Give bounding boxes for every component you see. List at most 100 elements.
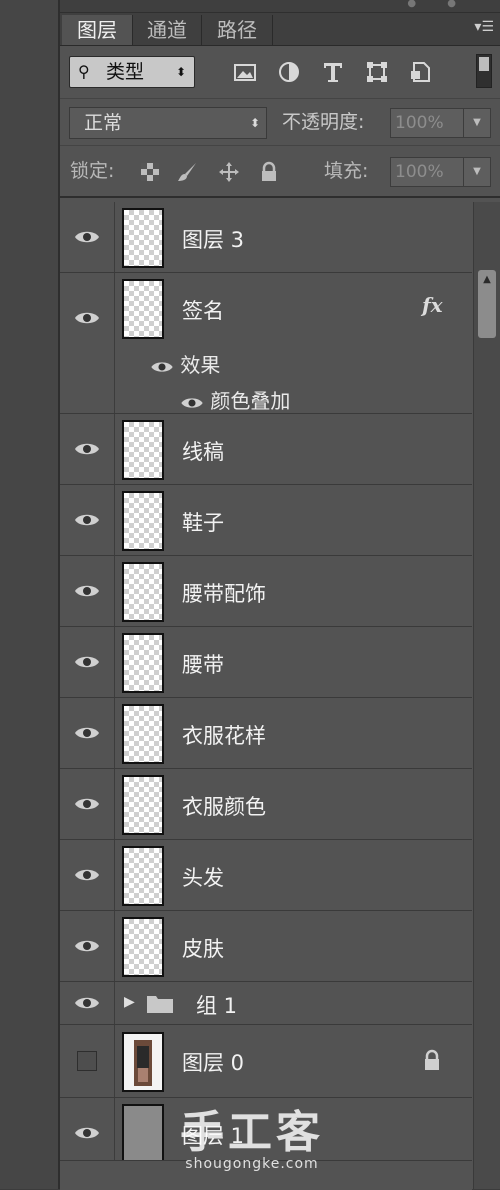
group-row[interactable]: ▶ 组 1 — [60, 982, 472, 1025]
layer-thumbnail — [122, 633, 164, 693]
shape-filter-icon[interactable] — [364, 59, 390, 85]
layer-row[interactable]: 衣服花样 — [60, 698, 472, 769]
watermark: 手工客 shougongke.com — [180, 1107, 324, 1173]
layer-name: 图层 0 — [182, 1051, 245, 1075]
layer-row[interactable]: 衣服颜色 — [60, 769, 472, 840]
layer-name: 线稿 — [182, 440, 224, 464]
effect-row[interactable]: 颜色叠加 — [180, 385, 290, 414]
expand-arrow-icon[interactable]: ▶ — [124, 994, 135, 1010]
fx-badge[interactable]: fx — [422, 293, 443, 317]
layer-thumbnail — [122, 846, 164, 906]
opacity-input[interactable]: 100% — [390, 108, 464, 138]
eye-icon — [75, 940, 99, 952]
layers-list: 图层 3 签名 fx 效果 颜色叠加 线稿 鞋子 腰带配饰 腰带 衣服花样 衣服… — [60, 202, 472, 1169]
visibility-toggle[interactable] — [60, 202, 115, 272]
folder-icon — [146, 992, 174, 1018]
lock-all-icon[interactable] — [258, 161, 280, 183]
layer-thumbnail — [122, 1104, 164, 1164]
watermark-logo-text: 手工客 — [180, 1107, 324, 1158]
layer-row[interactable]: 腰带 — [60, 627, 472, 698]
panel-menu-icon[interactable]: ▾☰ — [474, 19, 494, 35]
layer-thumbnail — [122, 917, 164, 977]
eye-icon — [75, 798, 99, 810]
tab-layers[interactable]: 图层 — [62, 15, 133, 45]
layer-thumbnail — [122, 208, 164, 268]
layers-scrollbar[interactable]: ▲ — [473, 202, 500, 1189]
layer-thumbnail — [122, 1032, 164, 1092]
layer-name: 鞋子 — [182, 511, 224, 535]
visibility-toggle[interactable] — [60, 982, 115, 1024]
layer-thumbnail — [122, 704, 164, 764]
panel-top-strip: ● ● — [60, 0, 500, 13]
scroll-up-arrow-icon[interactable]: ▲ — [478, 274, 496, 285]
blend-mode-select[interactable]: 正常 ⬍ — [69, 107, 267, 139]
visibility-toggle[interactable] — [60, 698, 115, 768]
visibility-toggle[interactable] — [60, 556, 115, 626]
layer-name: 头发 — [182, 866, 224, 890]
eye-icon — [75, 997, 99, 1009]
effects-row[interactable]: 效果 — [150, 349, 220, 378]
left-gutter — [0, 0, 60, 1189]
visibility-toggle[interactable] — [60, 769, 115, 839]
layer-row[interactable]: 头发 — [60, 840, 472, 911]
layer-name: 衣服花样 — [182, 724, 266, 748]
layer-thumbnail — [122, 420, 164, 480]
blend-row: 正常 ⬍ 不透明度: 100% ▼ — [60, 99, 500, 146]
layer-name: 腰带配饰 — [182, 582, 266, 606]
filter-toggle-switch[interactable] — [476, 54, 492, 88]
eye-icon[interactable] — [150, 359, 174, 375]
visibility-toggle[interactable] — [60, 1025, 115, 1097]
layer-row[interactable]: 图层 0 — [60, 1025, 472, 1098]
layer-name: 签名 — [182, 299, 224, 323]
visibility-toggle[interactable] — [60, 273, 115, 413]
layer-row[interactable]: 腰带配饰 — [60, 556, 472, 627]
smart-object-filter-icon[interactable] — [408, 59, 434, 85]
lock-position-icon[interactable] — [218, 161, 240, 183]
visibility-toggle[interactable] — [60, 627, 115, 697]
layer-thumbnail — [122, 562, 164, 622]
tab-channels[interactable]: 通道 — [133, 15, 202, 45]
visibility-toggle[interactable] — [60, 1098, 115, 1168]
visibility-toggle[interactable] — [60, 840, 115, 910]
lock-label: 锁定: — [70, 160, 115, 182]
layers-panel: ● ● 图层 通道 路径 ▾☰ ⚲ 类型 ⬍ 正常 ⬍ 不透明度: 100% ▼… — [60, 0, 500, 1190]
filter-type-label: 类型 — [106, 61, 145, 83]
lock-row: 锁定: 填充: 100% ▼ — [60, 146, 500, 198]
tab-paths[interactable]: 路径 — [202, 15, 273, 45]
fill-dropdown-button[interactable]: ▼ — [463, 157, 491, 187]
eye-icon — [75, 231, 99, 243]
layer-row[interactable]: 皮肤 — [60, 911, 472, 982]
visibility-toggle[interactable] — [60, 485, 115, 555]
layer-name: 衣服颜色 — [182, 795, 266, 819]
layer-filter-row: ⚲ 类型 ⬍ — [60, 46, 500, 99]
chevron-updown-icon: ⬍ — [175, 65, 186, 79]
layer-row[interactable]: 鞋子 — [60, 485, 472, 556]
chevron-updown-icon: ⬍ — [249, 116, 260, 130]
layer-name: 组 1 — [196, 994, 238, 1018]
fill-input[interactable]: 100% — [390, 157, 464, 187]
layer-thumbnail — [122, 491, 164, 551]
eye-icon[interactable] — [180, 395, 204, 411]
adjustment-filter-icon[interactable] — [276, 59, 302, 85]
visibility-toggle[interactable] — [60, 911, 115, 981]
search-icon: ⚲ — [78, 62, 90, 81]
visibility-toggle[interactable] — [60, 414, 115, 484]
eye-icon — [75, 443, 99, 455]
type-filter-icon[interactable] — [320, 59, 346, 85]
fill-label: 填充: — [324, 160, 369, 182]
filter-type-select[interactable]: ⚲ 类型 ⬍ — [69, 56, 195, 88]
opacity-dropdown-button[interactable]: ▼ — [463, 108, 491, 138]
lock-image-icon[interactable] — [176, 161, 198, 183]
lock-transparent-icon[interactable] — [139, 161, 161, 183]
layer-row[interactable]: 图层 3 — [60, 202, 472, 273]
hidden-checkbox — [77, 1051, 97, 1071]
panel-tabs: 图层 通道 路径 ▾☰ — [60, 13, 500, 46]
eye-icon — [75, 1127, 99, 1139]
image-filter-icon[interactable] — [232, 59, 258, 85]
layer-row[interactable]: 线稿 — [60, 414, 472, 485]
layer-row[interactable]: 签名 fx 效果 颜色叠加 — [60, 273, 472, 414]
effects-label: 效果 — [180, 353, 221, 377]
layer-thumbnail — [122, 279, 164, 339]
eye-icon — [75, 869, 99, 881]
eye-icon — [75, 727, 99, 739]
